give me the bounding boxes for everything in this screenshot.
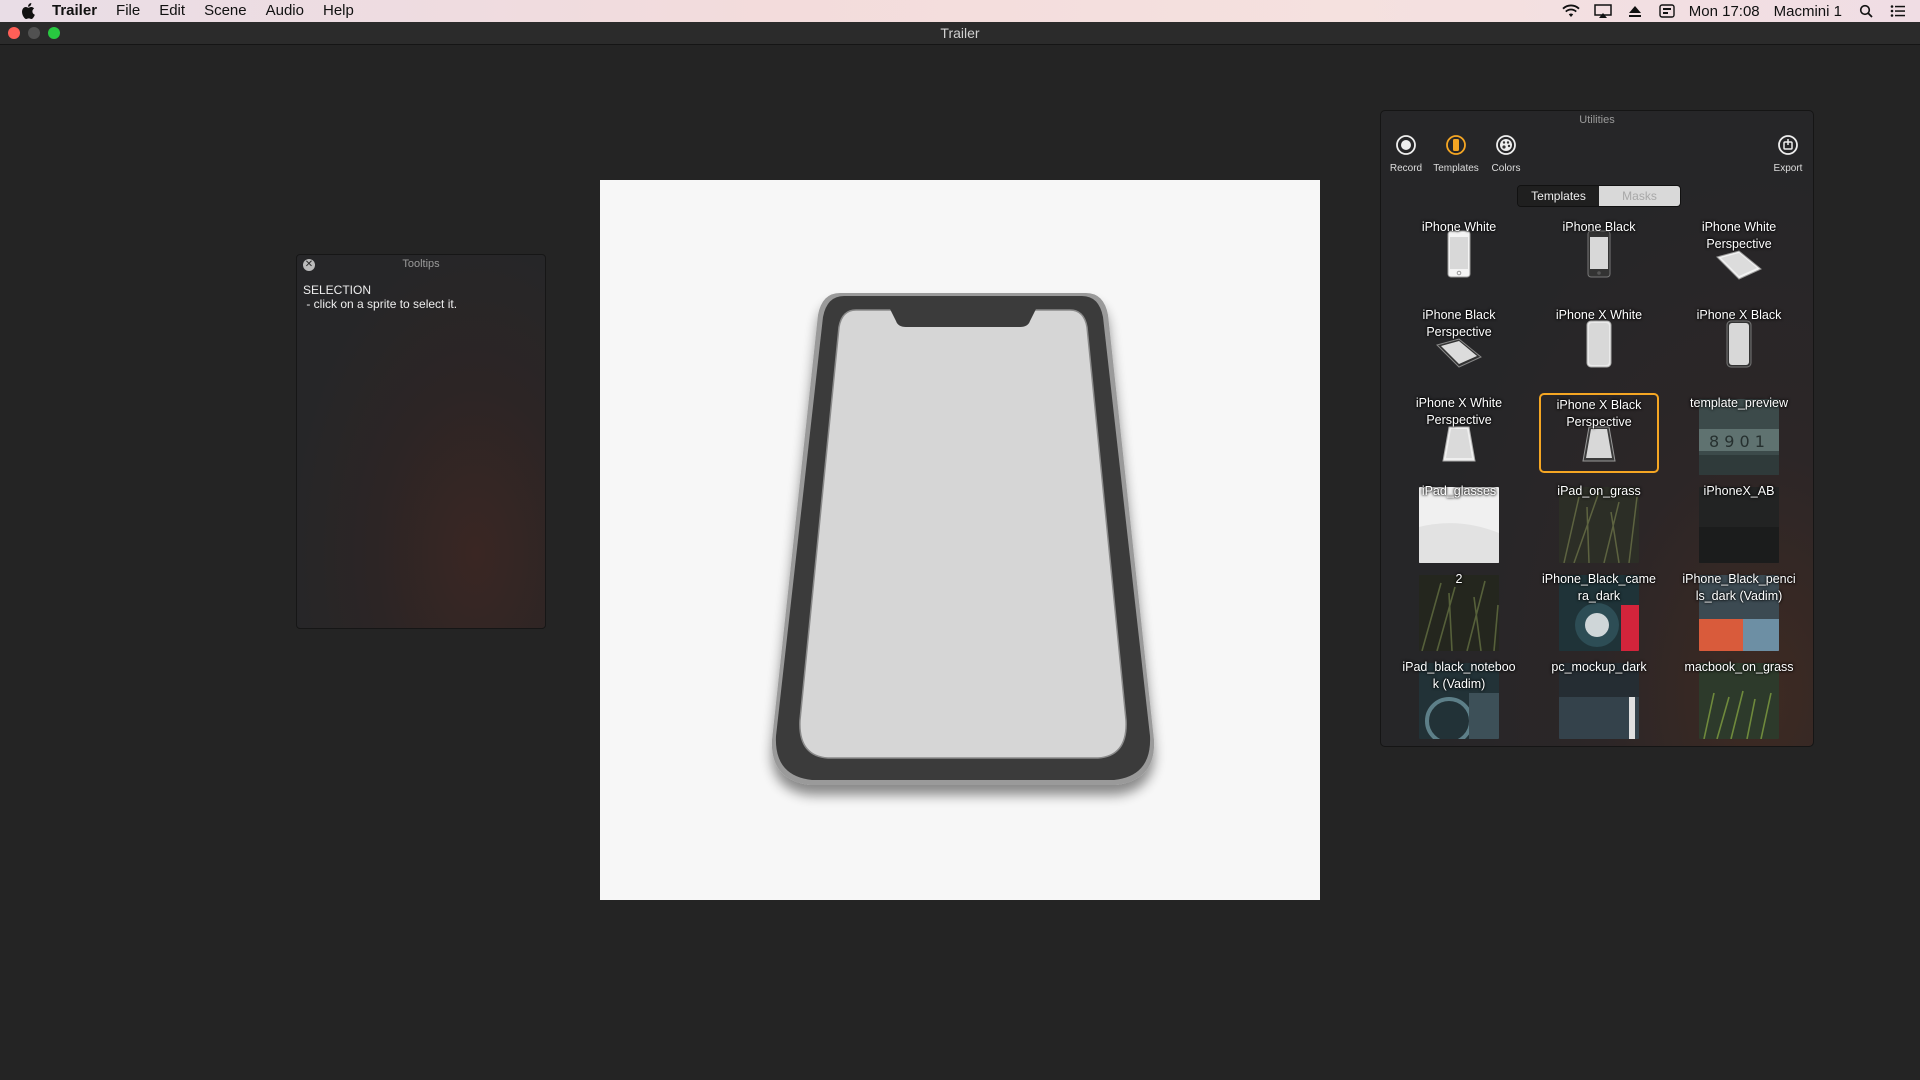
export-icon (1778, 135, 1798, 155)
record-button[interactable]: Record (1381, 131, 1431, 174)
window-titlebar: Trailer (0, 22, 1920, 45)
template-label: pc_mockup_dark (1551, 660, 1647, 674)
menubar-user[interactable]: Macmini 1 (1774, 3, 1842, 20)
status-area: Mon 17:08 Macmini 1 (1561, 0, 1920, 22)
template-item[interactable]: iPhone White Perspective (1679, 217, 1799, 297)
export-button[interactable]: Export (1763, 131, 1813, 174)
record-label: Record (1389, 163, 1423, 174)
template-label: iPhone Black (1562, 220, 1636, 234)
template-item[interactable]: macbook_on_grass (1679, 657, 1799, 739)
eject-icon[interactable] (1625, 3, 1645, 19)
menu-app-trailer[interactable]: Trailer (52, 0, 97, 22)
menu-file[interactable]: File (116, 0, 140, 22)
wifi-icon[interactable] (1561, 3, 1581, 19)
templates-masks-segmented-control: Templates Masks (1517, 185, 1681, 207)
template-label: iPhone_Black_camera_dark (1542, 572, 1656, 603)
menu-scene[interactable]: Scene (204, 0, 247, 22)
template-item[interactable]: iPhone White (1399, 217, 1519, 297)
menubar-clock[interactable]: Mon 17:08 (1689, 3, 1760, 20)
notification-center-icon[interactable] (1888, 3, 1908, 19)
tooltip-heading: SELECTION (303, 283, 372, 297)
menu-audio[interactable]: Audio (266, 0, 304, 22)
export-label: Export (1773, 163, 1803, 174)
spotlight-search-icon[interactable] (1856, 3, 1876, 19)
utilities-panel: Utilities Record Templates Colors Export… (1380, 110, 1814, 747)
airplay-icon[interactable] (1593, 3, 1613, 19)
menu-bar: Trailer File Edit Scene Audio Help Mon 1… (0, 0, 1920, 22)
template-item[interactable]: iPhone_Black_camera_dark (1539, 569, 1659, 651)
template-item[interactable]: iPad_glasses (1399, 481, 1519, 563)
template-item[interactable]: 8 9 0 1 template_preview (1679, 393, 1799, 475)
keyboard-input-icon[interactable] (1657, 3, 1677, 19)
tooltips-panel: ✕ Tooltips SELECTION - click on a sprite… (296, 254, 546, 629)
svg-text:8 9 0 1: 8 9 0 1 (1709, 432, 1765, 451)
template-label: iPhoneX_AB (1703, 484, 1775, 498)
record-icon (1396, 135, 1416, 155)
template-label: macbook_on_grass (1684, 660, 1794, 674)
template-label: iPhone X Black Perspective (1556, 398, 1642, 429)
templates-button[interactable]: Templates (1431, 131, 1481, 174)
template-item[interactable]: iPhone X Black (1679, 305, 1799, 385)
template-item-selected[interactable]: iPhone X Black Perspective (1539, 393, 1659, 473)
template-label: iPhone_Black_pencils_dark (Vadim) (1682, 572, 1796, 603)
template-label: iPad_on_grass (1557, 484, 1641, 498)
template-label: template_preview (1690, 396, 1788, 410)
menu-edit[interactable]: Edit (159, 0, 185, 22)
apple-logo-icon[interactable] (19, 2, 37, 20)
template-label: 2 (1455, 572, 1463, 586)
palette-icon (1496, 135, 1516, 155)
template-item[interactable]: iPad_black_notebook (Vadim) (1399, 657, 1519, 739)
colors-button[interactable]: Colors (1481, 131, 1531, 174)
template-label: iPad_glasses (1421, 484, 1497, 498)
template-label: iPhone X Black (1696, 308, 1782, 322)
template-label: iPhone Black Perspective (1422, 308, 1496, 339)
template-label: iPhone X White (1555, 308, 1643, 322)
iphone-x-perspective-sprite[interactable] (600, 180, 1320, 900)
template-label: iPhone X White Perspective (1415, 396, 1503, 427)
tab-templates[interactable]: Templates (1518, 186, 1599, 206)
tooltip-body: - click on a sprite to select it. (303, 297, 458, 311)
template-item[interactable]: iPhone Black Perspective (1399, 305, 1519, 385)
scene-canvas[interactable] (600, 180, 1320, 900)
template-item[interactable]: iPad_on_grass (1539, 481, 1659, 563)
menu-help[interactable]: Help (323, 0, 354, 22)
template-label: iPhone White Perspective (1701, 220, 1777, 251)
utilities-title: Utilities (1579, 114, 1615, 126)
template-label: iPad_black_notebook (Vadim) (1402, 660, 1516, 691)
template-item[interactable]: iPhoneX_AB (1679, 481, 1799, 563)
templates-label: Templates (1433, 163, 1479, 174)
tab-masks[interactable]: Masks (1599, 186, 1680, 206)
templates-icon (1446, 135, 1466, 155)
template-item[interactable]: iPhone Black (1539, 217, 1659, 297)
templates-grid: iPhone White iPhone Black iPhone White P… (1399, 217, 1813, 745)
template-item[interactable]: pc_mockup_dark (1539, 657, 1659, 739)
template-item[interactable]: iPhone X White (1539, 305, 1659, 385)
template-item[interactable]: 2 (1399, 569, 1519, 651)
window-title: Trailer (940, 25, 980, 41)
colors-label: Colors (1491, 163, 1521, 174)
tooltips-title: Tooltips (402, 258, 440, 270)
template-item[interactable]: iPhone X White Perspective (1399, 393, 1519, 473)
template-item[interactable]: iPhone_Black_pencils_dark (Vadim) (1679, 569, 1799, 651)
template-label: iPhone White (1421, 220, 1497, 234)
